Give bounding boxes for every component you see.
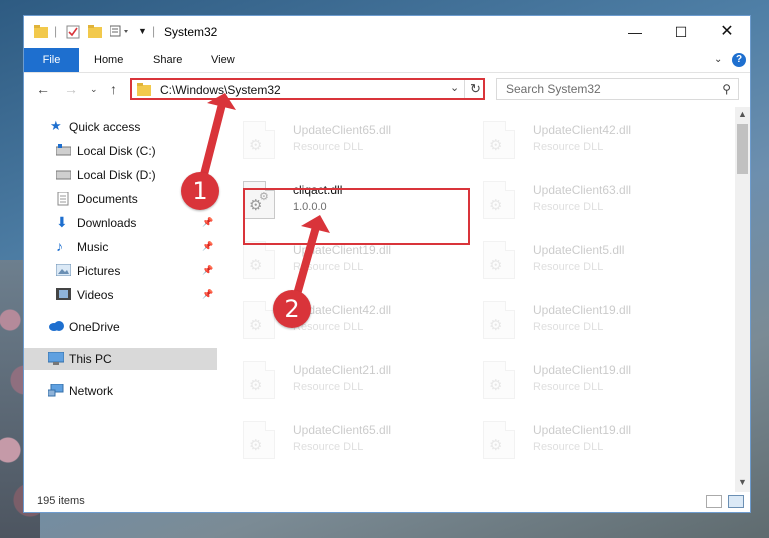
annotation-arrows [196,93,330,302]
step-2-callout: 2 [273,290,311,328]
step-1-callout: 1 [181,172,219,210]
